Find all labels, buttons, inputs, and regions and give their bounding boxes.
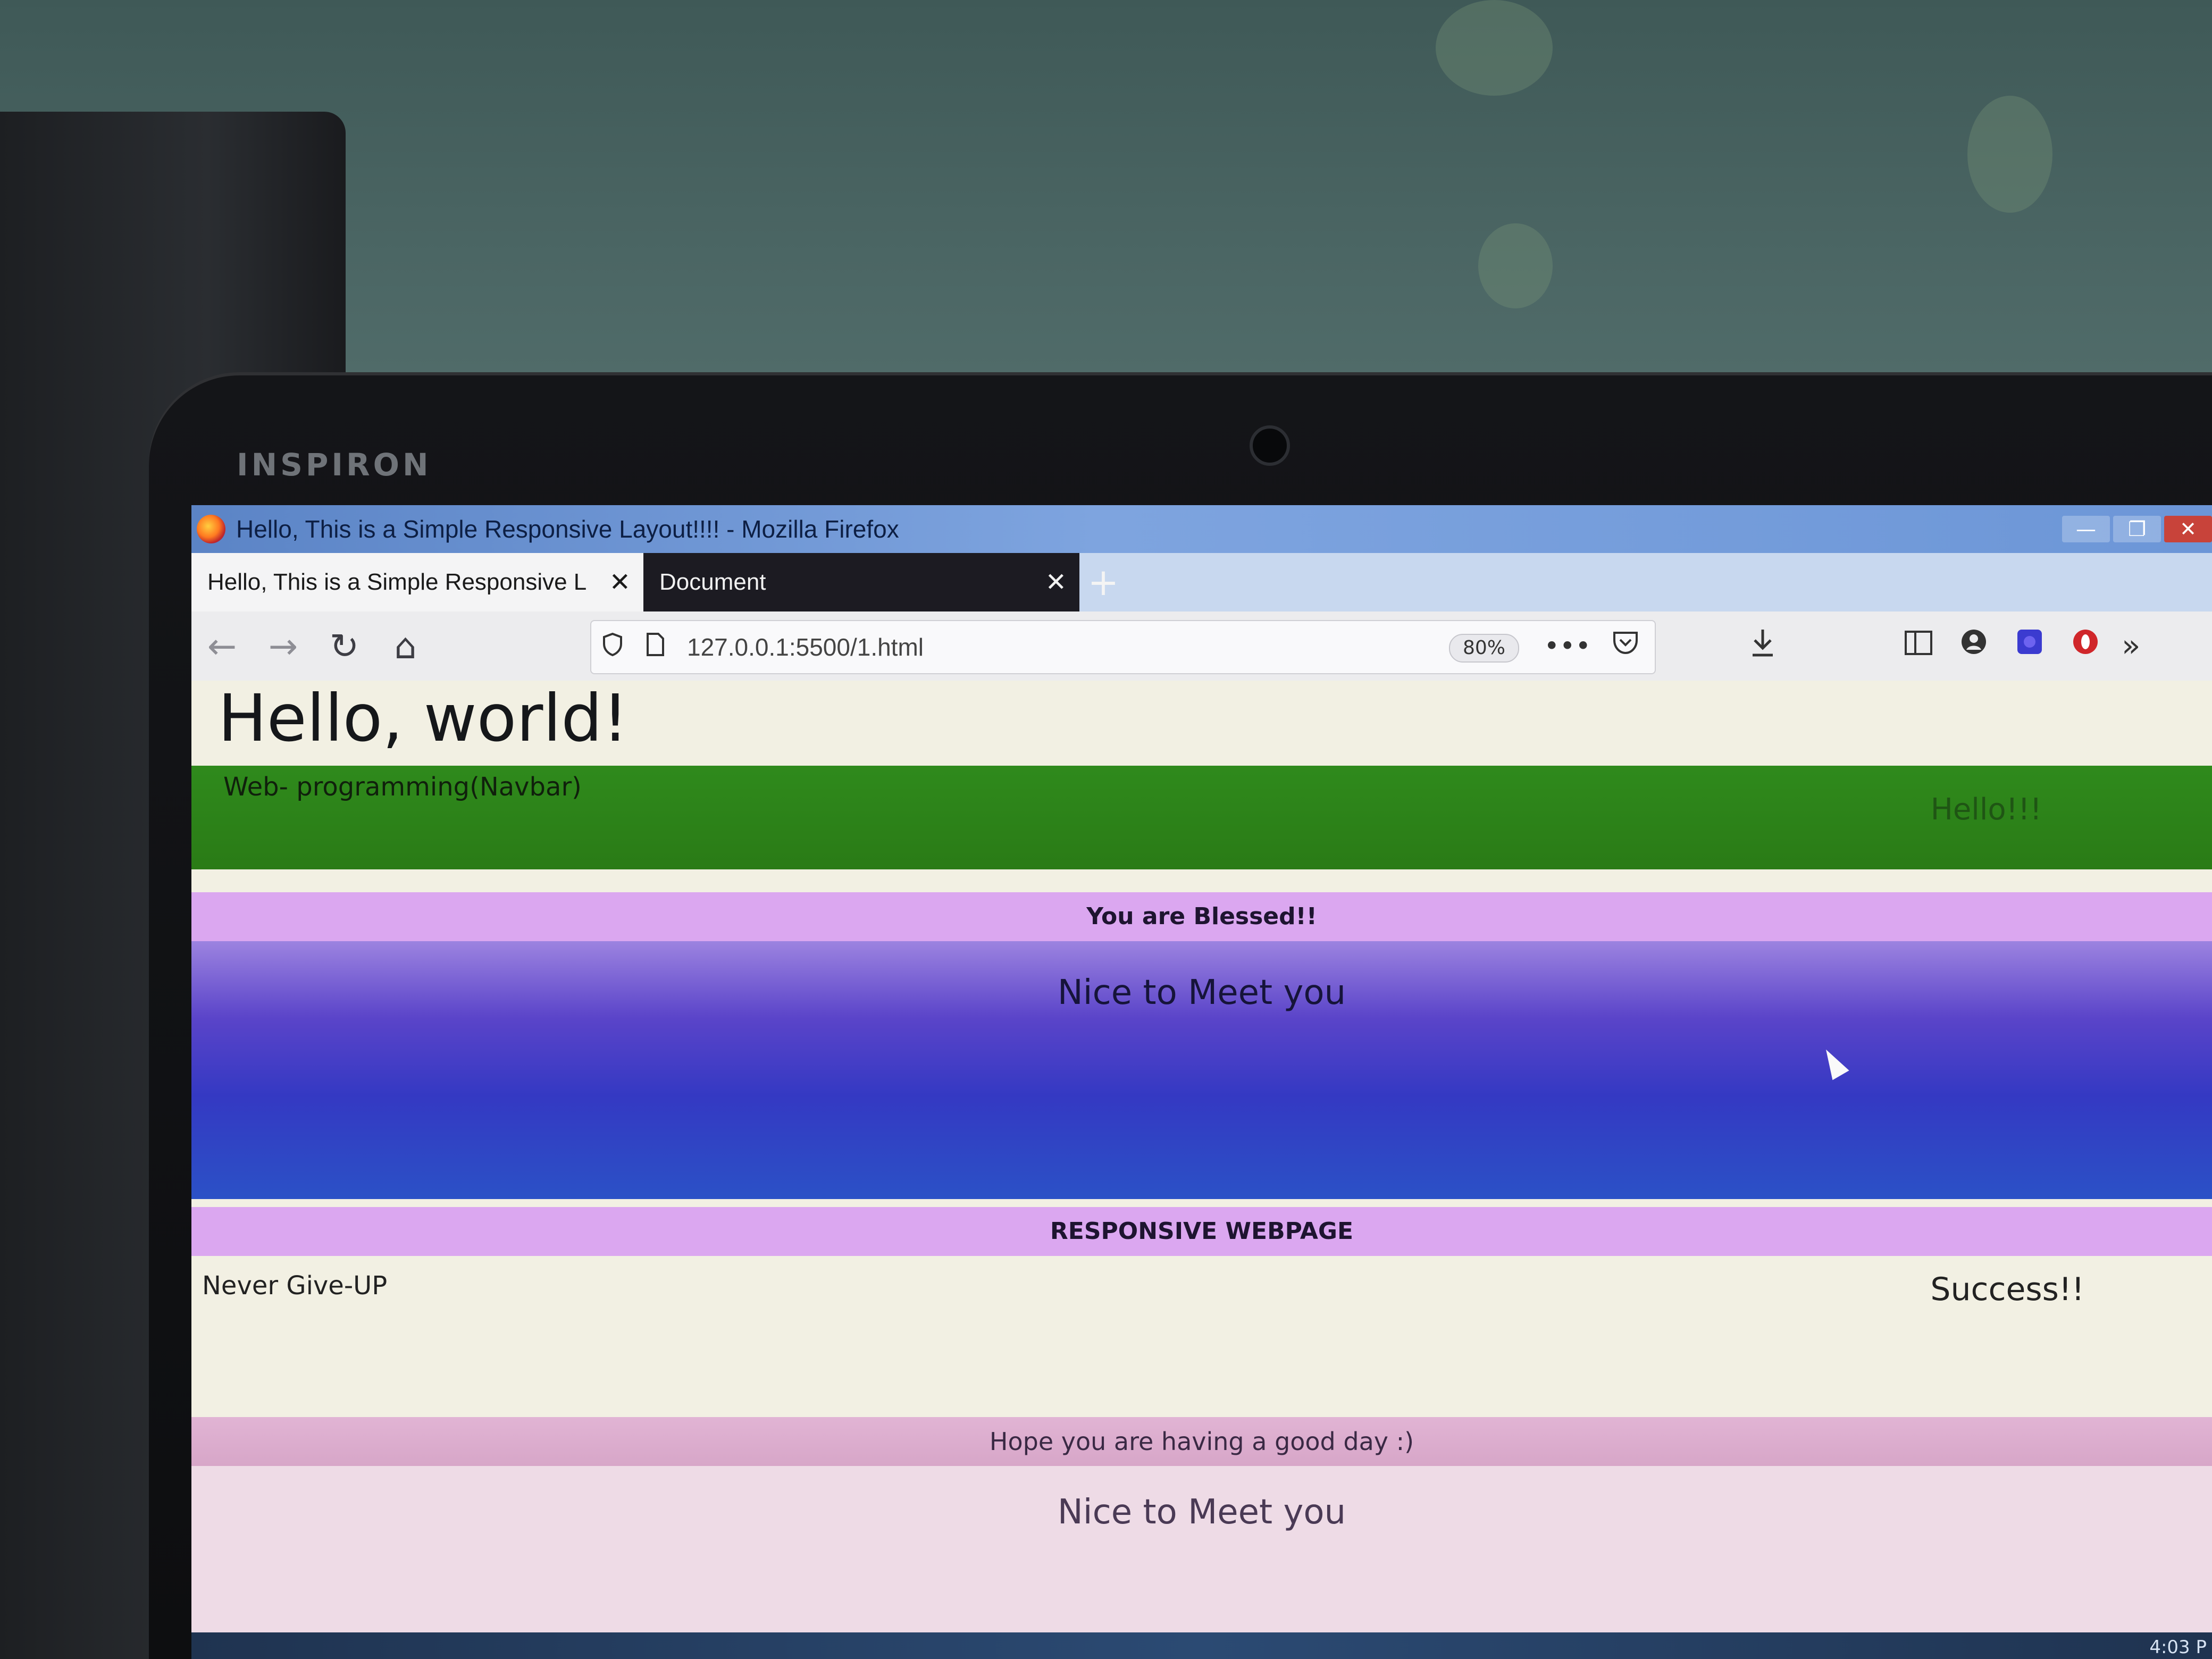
wall-stain xyxy=(1967,96,2052,213)
webcam xyxy=(1250,425,1290,466)
navbar-hello-text: Hello!!! xyxy=(1930,792,2042,827)
close-window-button[interactable]: ✕ xyxy=(2164,516,2212,542)
page-icon xyxy=(634,632,676,663)
minimize-button[interactable]: — xyxy=(2062,516,2110,542)
tab-label: Document xyxy=(659,569,766,595)
greeting-text: Nice to Meet you xyxy=(1057,973,1346,1012)
greeting-text-2: Nice to Meet you xyxy=(1057,1493,1346,1532)
overflow-menu-icon[interactable]: » xyxy=(2122,627,2141,664)
shield-icon[interactable] xyxy=(591,632,634,663)
extension-icon[interactable] xyxy=(2015,627,2044,664)
tab-hello-layout[interactable]: Hello, This is a Simple Responsive L ✕ xyxy=(191,553,643,611)
never-give-up-text: Never Give-UP xyxy=(202,1271,388,1301)
laptop-screen: Hello, This is a Simple Responsive Layou… xyxy=(191,505,2212,1659)
address-bar[interactable]: 127.0.0.1:5500/1.html 80% ••• xyxy=(590,620,1656,674)
lavender-section: Nice to Meet you xyxy=(191,1466,2212,1641)
tab-document[interactable]: Document ✕ xyxy=(643,553,1079,611)
os-taskbar: 4:03 P xyxy=(191,1632,2212,1659)
forward-button[interactable]: → xyxy=(253,626,314,667)
success-text: Success!! xyxy=(1930,1271,2084,1308)
window-title: Hello, This is a Simple Responsive Layou… xyxy=(236,515,899,543)
sidebar-icon[interactable] xyxy=(1904,627,1933,664)
tab-close-icon[interactable]: ✕ xyxy=(1045,567,1067,597)
page-navbar: Web- programming(Navbar) Hello!!! xyxy=(191,766,2212,869)
motto-section: Never Give-UP Success!! xyxy=(191,1260,2212,1393)
window-titlebar: Hello, This is a Simple Responsive Layou… xyxy=(191,505,2212,553)
navbar-brand-text: Web- programming(Navbar) xyxy=(223,772,582,802)
pocket-icon[interactable] xyxy=(1612,631,1639,661)
web-page: Hello, world! Web- programming(Navbar) H… xyxy=(191,681,2212,1659)
tab-bar: Hello, This is a Simple Responsive L ✕ D… xyxy=(191,553,2212,611)
page-actions-more-icon[interactable]: ••• xyxy=(1544,631,1591,661)
adblock-extension-icon[interactable] xyxy=(2071,627,2100,664)
tab-label: Hello, This is a Simple Responsive L xyxy=(207,569,587,595)
wall-stain xyxy=(1478,223,1553,308)
tab-close-icon[interactable]: ✕ xyxy=(609,567,631,597)
responsive-banner: RESPONSIVE WEBPAGE xyxy=(191,1207,2212,1256)
purple-gradient-section: Nice to Meet you xyxy=(191,941,2212,1199)
back-button[interactable]: ← xyxy=(191,626,253,667)
maximize-button[interactable]: ❐ xyxy=(2113,516,2161,542)
window-controls: — ❐ ✕ xyxy=(2062,516,2212,542)
new-tab-button[interactable]: + xyxy=(1079,553,1127,611)
taskbar-clock: 4:03 P xyxy=(2149,1637,2207,1658)
reload-button[interactable]: ↻ xyxy=(314,626,375,667)
url-text: 127.0.0.1:5500/1.html xyxy=(687,633,924,661)
laptop-brand-label: INSPIRON xyxy=(237,447,432,483)
download-icon[interactable] xyxy=(1749,627,1776,666)
blessed-banner: You are Blessed!! xyxy=(191,892,2212,941)
wall-stain xyxy=(1436,0,1553,96)
page-heading: Hello, world! xyxy=(218,681,629,756)
home-button[interactable]: ⌂ xyxy=(375,626,436,667)
good-day-banner: Hope you are having a good day :) xyxy=(191,1417,2212,1466)
zoom-level-badge[interactable]: 80% xyxy=(1448,634,1519,663)
firefox-logo-icon xyxy=(197,515,225,543)
account-icon[interactable] xyxy=(1959,627,1988,664)
navigation-toolbar: ← → ↻ ⌂ 127.0.0.1:5500/1.html 80% ••• » xyxy=(191,611,2212,681)
